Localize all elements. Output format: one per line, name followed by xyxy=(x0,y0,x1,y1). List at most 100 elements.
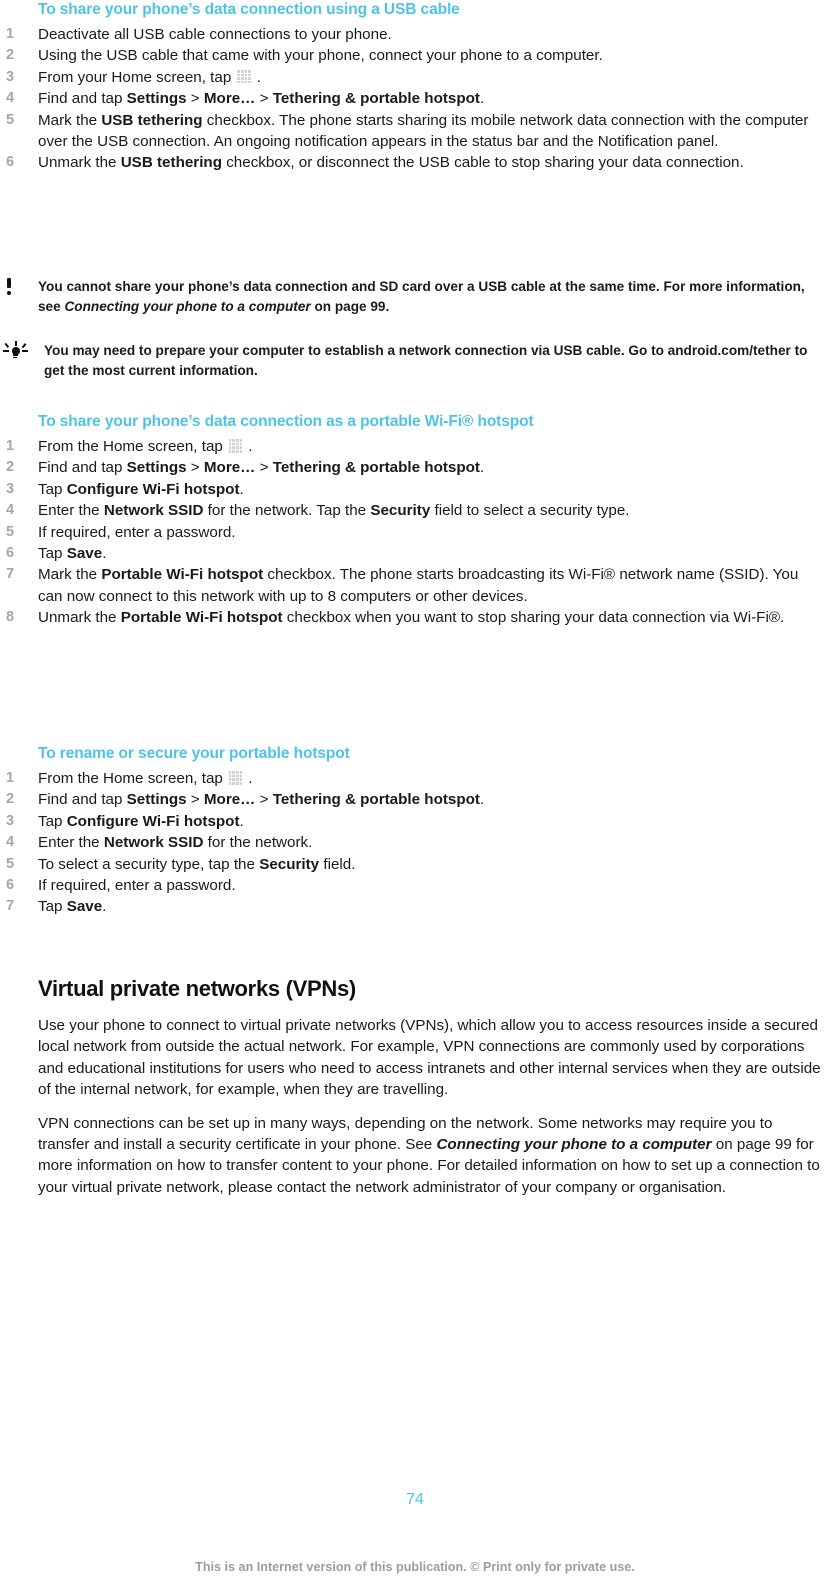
list-item: 3 From your Home screen, tap . xyxy=(0,67,830,88)
note-warning: You cannot share your phone’s data conne… xyxy=(0,277,830,316)
step-number: 4 xyxy=(6,502,15,519)
emphasis-bold: Security xyxy=(370,502,431,520)
emphasis-bold: Network SSID xyxy=(103,502,204,520)
step-number: 3 xyxy=(6,68,15,85)
footer-copyright-note: This is an Internet version of this publ… xyxy=(195,1560,635,1574)
step-text: Using the USB cable that came with your … xyxy=(38,47,603,65)
procedure-heading-rename: To rename or secure your portable hotspo… xyxy=(38,745,350,762)
list-item: 4 Enter the Network SSID for the network. xyxy=(0,832,830,853)
list-item: 6 Unmark the USB tethering checkbox, or d… xyxy=(0,152,830,173)
app-grid-icon xyxy=(237,69,252,84)
app-grid-icon xyxy=(228,438,243,453)
steps-list-rename: 1 From the Home screen, tap . 2 Find and ta… xyxy=(0,768,830,918)
list-item: 8 Unmark the Portable Wi-Fi hotspot check… xyxy=(0,607,830,628)
step-number: 5 xyxy=(6,855,15,872)
list-item: 2 Find and tap Settings > More… > Tetheri… xyxy=(0,457,830,478)
step-text: Find and tap Settings > More… > Tetherin… xyxy=(38,791,485,809)
step-number: 8 xyxy=(6,609,15,626)
manual-page: To share your phone’s data connection us… xyxy=(0,0,830,1590)
list-item: 2 Find and tap Settings > More… > Tetheri… xyxy=(0,789,830,810)
emphasis-italic: Connecting your phone to a computer xyxy=(64,298,311,314)
emphasis-bold: USB tethering xyxy=(120,154,222,172)
emphasis-bold: More… xyxy=(203,459,256,477)
lightbulb-icon xyxy=(0,341,34,363)
emphasis-bold: More… xyxy=(203,791,256,809)
emphasis-bold: Save xyxy=(66,898,103,916)
step-text: Unmark the Portable Wi-Fi hotspot checkb… xyxy=(38,609,785,627)
emphasis-bold: Settings xyxy=(126,90,187,108)
emphasis-bold: Portable Wi-Fi hotspot xyxy=(101,566,264,584)
section-vpn: Virtual private networks (VPNs) Use your… xyxy=(0,975,830,1198)
list-item: 5 Mark the USB tethering checkbox. The ph… xyxy=(0,110,830,153)
emphasis-bold: Portable Wi-Fi hotspot xyxy=(120,609,283,627)
list-item: 3 Tap Configure Wi-Fi hotspot. xyxy=(0,811,830,832)
emphasis-bold: Tethering & portable hotspot xyxy=(272,90,480,108)
page-number: 74 xyxy=(406,1491,424,1508)
step-text: Tap Configure Wi-Fi hotspot. xyxy=(38,812,244,830)
step-text: Unmark the USB tethering checkbox, or di… xyxy=(38,154,744,172)
list-item: 6 Tap Save. xyxy=(0,543,830,564)
step-number: 5 xyxy=(6,111,15,128)
step-text: Mark the Portable Wi-Fi hotspot checkbox… xyxy=(38,566,799,605)
procedure-heading-hotspot: To share your phone’s data connection as… xyxy=(38,413,534,430)
emphasis-bold: More… xyxy=(203,90,256,108)
emphasis-bold: Configure Wi-Fi hotspot xyxy=(66,812,240,830)
step-number: 6 xyxy=(6,545,15,562)
note-tip: You may need to prepare your computer to… xyxy=(0,341,830,380)
section-portable-hotspot: To share your phone’s data connection as… xyxy=(0,412,830,629)
step-number: 5 xyxy=(6,523,15,540)
step-text: Tap Configure Wi-Fi hotspot. xyxy=(38,480,244,498)
step-text: If required, enter a password. xyxy=(38,877,236,895)
step-text: Tap Save. xyxy=(38,898,107,916)
step-text: If required, enter a password. xyxy=(38,523,236,541)
note-warning-body: You cannot share your phone’s data conne… xyxy=(0,277,830,316)
note-tip-text: You may need to prepare your computer to… xyxy=(44,343,808,378)
step-number: 3 xyxy=(6,480,15,497)
step-number: 1 xyxy=(6,438,15,454)
list-item: 4 Find and tap Settings > More… > Tetheri… xyxy=(0,88,830,109)
emphasis-bold: Network SSID xyxy=(103,834,204,852)
step-text: Enter the Network SSID for the network. xyxy=(38,834,313,852)
vpn-paragraphs: Use your phone to connect to virtual pri… xyxy=(0,1015,830,1198)
step-number: 7 xyxy=(6,898,15,915)
emphasis-bold: Save xyxy=(66,545,103,563)
steps-list-hotspot: 1 From the Home screen, tap . 2 Find and ta… xyxy=(0,436,830,629)
list-item: 5 To select a security type, tap the Secu… xyxy=(0,854,830,875)
steps-list-usb: 1 Deactivate all USB cable connections to… xyxy=(0,24,830,174)
emphasis-italic: Connecting your phone to a computer xyxy=(436,1136,711,1153)
step-number: 2 xyxy=(6,459,15,476)
step-number: 4 xyxy=(6,834,15,851)
app-grid-icon xyxy=(228,770,243,785)
step-number: 1 xyxy=(6,26,15,42)
step-text: Mark the USB tethering checkbox. The pho… xyxy=(38,111,809,151)
note-warning-text: You cannot share your phone’s data conne… xyxy=(38,279,805,314)
emphasis-bold: Settings xyxy=(126,791,187,809)
step-text: Find and tap Settings > More… > Tetherin… xyxy=(38,90,485,108)
step-number: 6 xyxy=(6,154,15,171)
exclamation-icon xyxy=(0,277,34,299)
list-item: 1 From the Home screen, tap . xyxy=(0,768,830,789)
list-item: 7 Mark the Portable Wi-Fi hotspot checkbo… xyxy=(0,564,830,607)
step-text: Find and tap Settings > More… > Tetherin… xyxy=(38,459,485,477)
procedure-heading-usb: To share your phone’s data connection us… xyxy=(38,1,460,18)
list-item: 3 Tap Configure Wi-Fi hotspot. xyxy=(0,479,830,500)
emphasis-bold: Connecting your phone to a computer xyxy=(436,1136,712,1154)
step-text: Tap Save. xyxy=(38,545,107,563)
list-item: 5 If required, enter a password. xyxy=(0,522,830,543)
step-number: 4 xyxy=(6,90,15,107)
step-text: To select a security type, tap the Secur… xyxy=(38,855,356,873)
list-item: 1 Deactivate all USB cable connections to… xyxy=(0,24,830,45)
emphasis-bold: Settings xyxy=(126,459,187,477)
body-paragraph: Use your phone to connect to virtual pri… xyxy=(38,1017,821,1099)
list-item: 2 Using the USB cable that came with your… xyxy=(0,45,830,66)
list-item: 4 Enter the Network SSID for the network.… xyxy=(0,500,830,521)
list-item: 1 From the Home screen, tap . xyxy=(0,436,830,457)
step-number: 1 xyxy=(6,770,15,786)
note-tip-body: You may need to prepare your computer to… xyxy=(0,341,830,380)
section-rename-hotspot: To rename or secure your portable hotspo… xyxy=(0,744,830,918)
step-text: From the Home screen, tap . xyxy=(38,438,253,455)
emphasis-bold: Tethering & portable hotspot xyxy=(272,459,480,477)
emphasis-bold: Tethering & portable hotspot xyxy=(272,791,480,809)
emphasis-bold: Configure Wi-Fi hotspot xyxy=(66,480,240,498)
emphasis-bold: USB tethering xyxy=(101,111,203,129)
